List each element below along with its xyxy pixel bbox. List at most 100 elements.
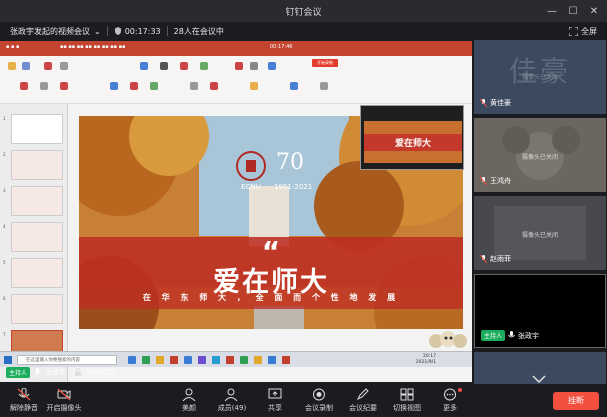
mic-icon (34, 367, 41, 377)
slide-number: 6 (3, 296, 6, 301)
ribbon-tool-icon (150, 82, 158, 90)
maximize-icon[interactable]: ☐ (568, 6, 578, 17)
ribbon-tool-icon (110, 82, 118, 90)
slide-subline: 在 华 东 师 大 ， 全 面 而 个 性 地 发 展 (142, 293, 400, 302)
participant-name: 王鸿舟 (490, 177, 511, 185)
ribbon-tool-icon (320, 82, 328, 90)
beauty-icon (182, 388, 196, 401)
participant-name: 黄佳豪 (490, 99, 511, 107)
host-name: 张政宇 (45, 368, 67, 376)
switch-view-button[interactable]: 切换视图 (385, 386, 429, 416)
meeting-timer: 00:17:33 (114, 27, 161, 36)
participant-tile[interactable]: 摄像头已关闭 赵雨菲 (474, 196, 606, 270)
participant-video-column[interactable]: 佳豪 摄像头已关闭 黄佳豪 摄像头已关闭 王鸿舟 摄像头已关闭 赵雨菲 主持人 … (473, 40, 607, 384)
participant-name: 赵雨菲 (490, 255, 511, 263)
mic-muted-icon (17, 388, 31, 401)
start-camera-button[interactable]: 开启摄像头 (42, 386, 86, 416)
slide-thumbnail-panel[interactable]: 1 2 3 4 5 6 7 (0, 104, 68, 382)
ribbon-tool-icon (140, 62, 148, 70)
anniversary-number: 70 (276, 150, 304, 175)
slide-thumbnail[interactable] (11, 222, 63, 252)
app-icon (254, 356, 262, 364)
fullscreen-button[interactable]: 全屏 (569, 26, 597, 37)
slide-thumbnail[interactable] (11, 258, 63, 288)
beauty-label: 美颜 (182, 404, 196, 412)
close-icon[interactable]: ✕ (589, 6, 599, 17)
anniversary-years: 1951-2021 (274, 183, 313, 191)
ppt-tab: ▪ ▪ ▪ (6, 44, 20, 50)
more-icon (444, 388, 456, 401)
ppt-title-strip: ▪ ▪ ▪ ▪▪ ▪▪ ▪▪ ▪▪ ▪▪ ▪▪ ▪▪ ▪▪ 00:17:46 (0, 41, 472, 56)
minutes-button[interactable]: 会议纪要 (341, 386, 385, 416)
ribbon-tool-icon (250, 62, 258, 70)
chevron-down-icon[interactable] (531, 374, 547, 384)
window-controls: — ☐ ✕ (547, 0, 599, 22)
mic-muted-icon (480, 254, 487, 263)
participants-count[interactable]: 28人在会议中 (174, 26, 224, 37)
slide-thumbnail[interactable] (11, 150, 63, 180)
meeting-title-dropdown[interactable]: 张政宇发起的视频会议 ⌄ (10, 26, 101, 37)
ribbon-tool-icon (130, 82, 138, 90)
meeting-duration: 00:17:33 (124, 26, 161, 36)
unlock-icon (75, 368, 82, 376)
camera-status: 摄像头已关闭 (521, 74, 558, 81)
mic-muted-icon (480, 98, 487, 107)
members-button[interactable]: 成员(49) (210, 386, 254, 416)
hang-up-button[interactable]: 挂断 (553, 392, 599, 410)
meeting-window: 钉钉会议 — ☐ ✕ 张政宇发起的视频会议 ⌄ 00:17:33 28人在会议中… (0, 0, 607, 417)
unmute-button[interactable]: 解除静音 (2, 386, 46, 416)
shield-icon (114, 27, 121, 35)
app-icon (156, 356, 164, 364)
windows-start-icon (4, 356, 12, 364)
share-button[interactable]: 共享 (253, 386, 297, 416)
title-bar: 钉钉会议 — ☐ ✕ (0, 0, 607, 22)
participant-avatar-name: 佳豪 (508, 55, 571, 88)
participant-label: 主持人 张政宇 (481, 330, 539, 341)
minimize-icon[interactable]: — (547, 6, 557, 17)
slide-thumbnail[interactable] (11, 114, 63, 144)
ppt-ribbon: 开始录制 (0, 56, 472, 104)
meeting-toolbar: 解除静音 开启摄像头 美颜 成员(49) 共享 会议录制 会议纪要 切换视图 更… (0, 384, 607, 417)
members-icon (225, 388, 238, 401)
mic-icon (508, 331, 515, 338)
seal-icon (236, 151, 266, 181)
camera-status: 摄像头已关闭 (521, 154, 558, 161)
ribbon-tool-icon (20, 82, 28, 90)
unmute-label: 解除静音 (10, 404, 38, 412)
more-label: 更多 (443, 404, 457, 412)
app-icon (268, 356, 276, 364)
presenter-preview[interactable]: 爱在师大 (360, 105, 464, 170)
app-icon (226, 356, 234, 364)
ribbon-tool-icon (60, 62, 68, 70)
app-icon (128, 356, 136, 364)
beauty-button[interactable]: 美颜 (167, 386, 211, 416)
meeting-title: 张政宇发起的视频会议 (10, 26, 90, 36)
slide-number: 2 (3, 152, 6, 157)
participant-tile[interactable]: 摄像头已关闭 王鸿舟 (474, 118, 606, 192)
shared-screen[interactable]: ▪ ▪ ▪ ▪▪ ▪▪ ▪▪ ▪▪ ▪▪ ▪▪ ▪▪ ▪▪ 00:17:46 开… (0, 41, 472, 382)
ribbon-tool-icon (210, 82, 218, 90)
ppt-record-button: 开始录制 (312, 59, 338, 67)
start-camera-label: 开启摄像头 (46, 404, 82, 412)
ribbon-tool-icon (40, 82, 48, 90)
record-button[interactable]: 会议录制 (297, 386, 341, 416)
ribbon-tool-icon (160, 62, 168, 70)
slide-number: 4 (3, 224, 6, 229)
ribbon-tool-icon (60, 82, 68, 90)
app-icon (212, 356, 220, 364)
cancel-spotlight-link[interactable]: 取消锁定 (86, 367, 114, 377)
pen-icon (356, 388, 369, 401)
slide-thumbnail[interactable] (11, 186, 63, 216)
slide-thumbnail[interactable] (11, 294, 63, 324)
participant-label: 王鸿舟 (480, 176, 511, 186)
participant-tile[interactable]: 佳豪 摄像头已关闭 黄佳豪 (474, 40, 606, 114)
host-badge: 主持人 (6, 366, 31, 378)
fullscreen-icon (569, 26, 578, 36)
participant-tile-active[interactable]: 主持人 张政宇 (474, 274, 606, 348)
app-icon (240, 356, 248, 364)
more-button[interactable]: 更多 (428, 386, 472, 416)
ribbon-tool-icon (190, 82, 198, 90)
meeting-info-bar: 张政宇发起的视频会议 ⌄ 00:17:33 28人在会议中 全屏 (0, 22, 607, 40)
divider (166, 26, 168, 36)
ppt-tab: ▪▪ ▪▪ ▪▪ ▪▪ ▪▪ ▪▪ ▪▪ ▪▪ (60, 44, 126, 50)
